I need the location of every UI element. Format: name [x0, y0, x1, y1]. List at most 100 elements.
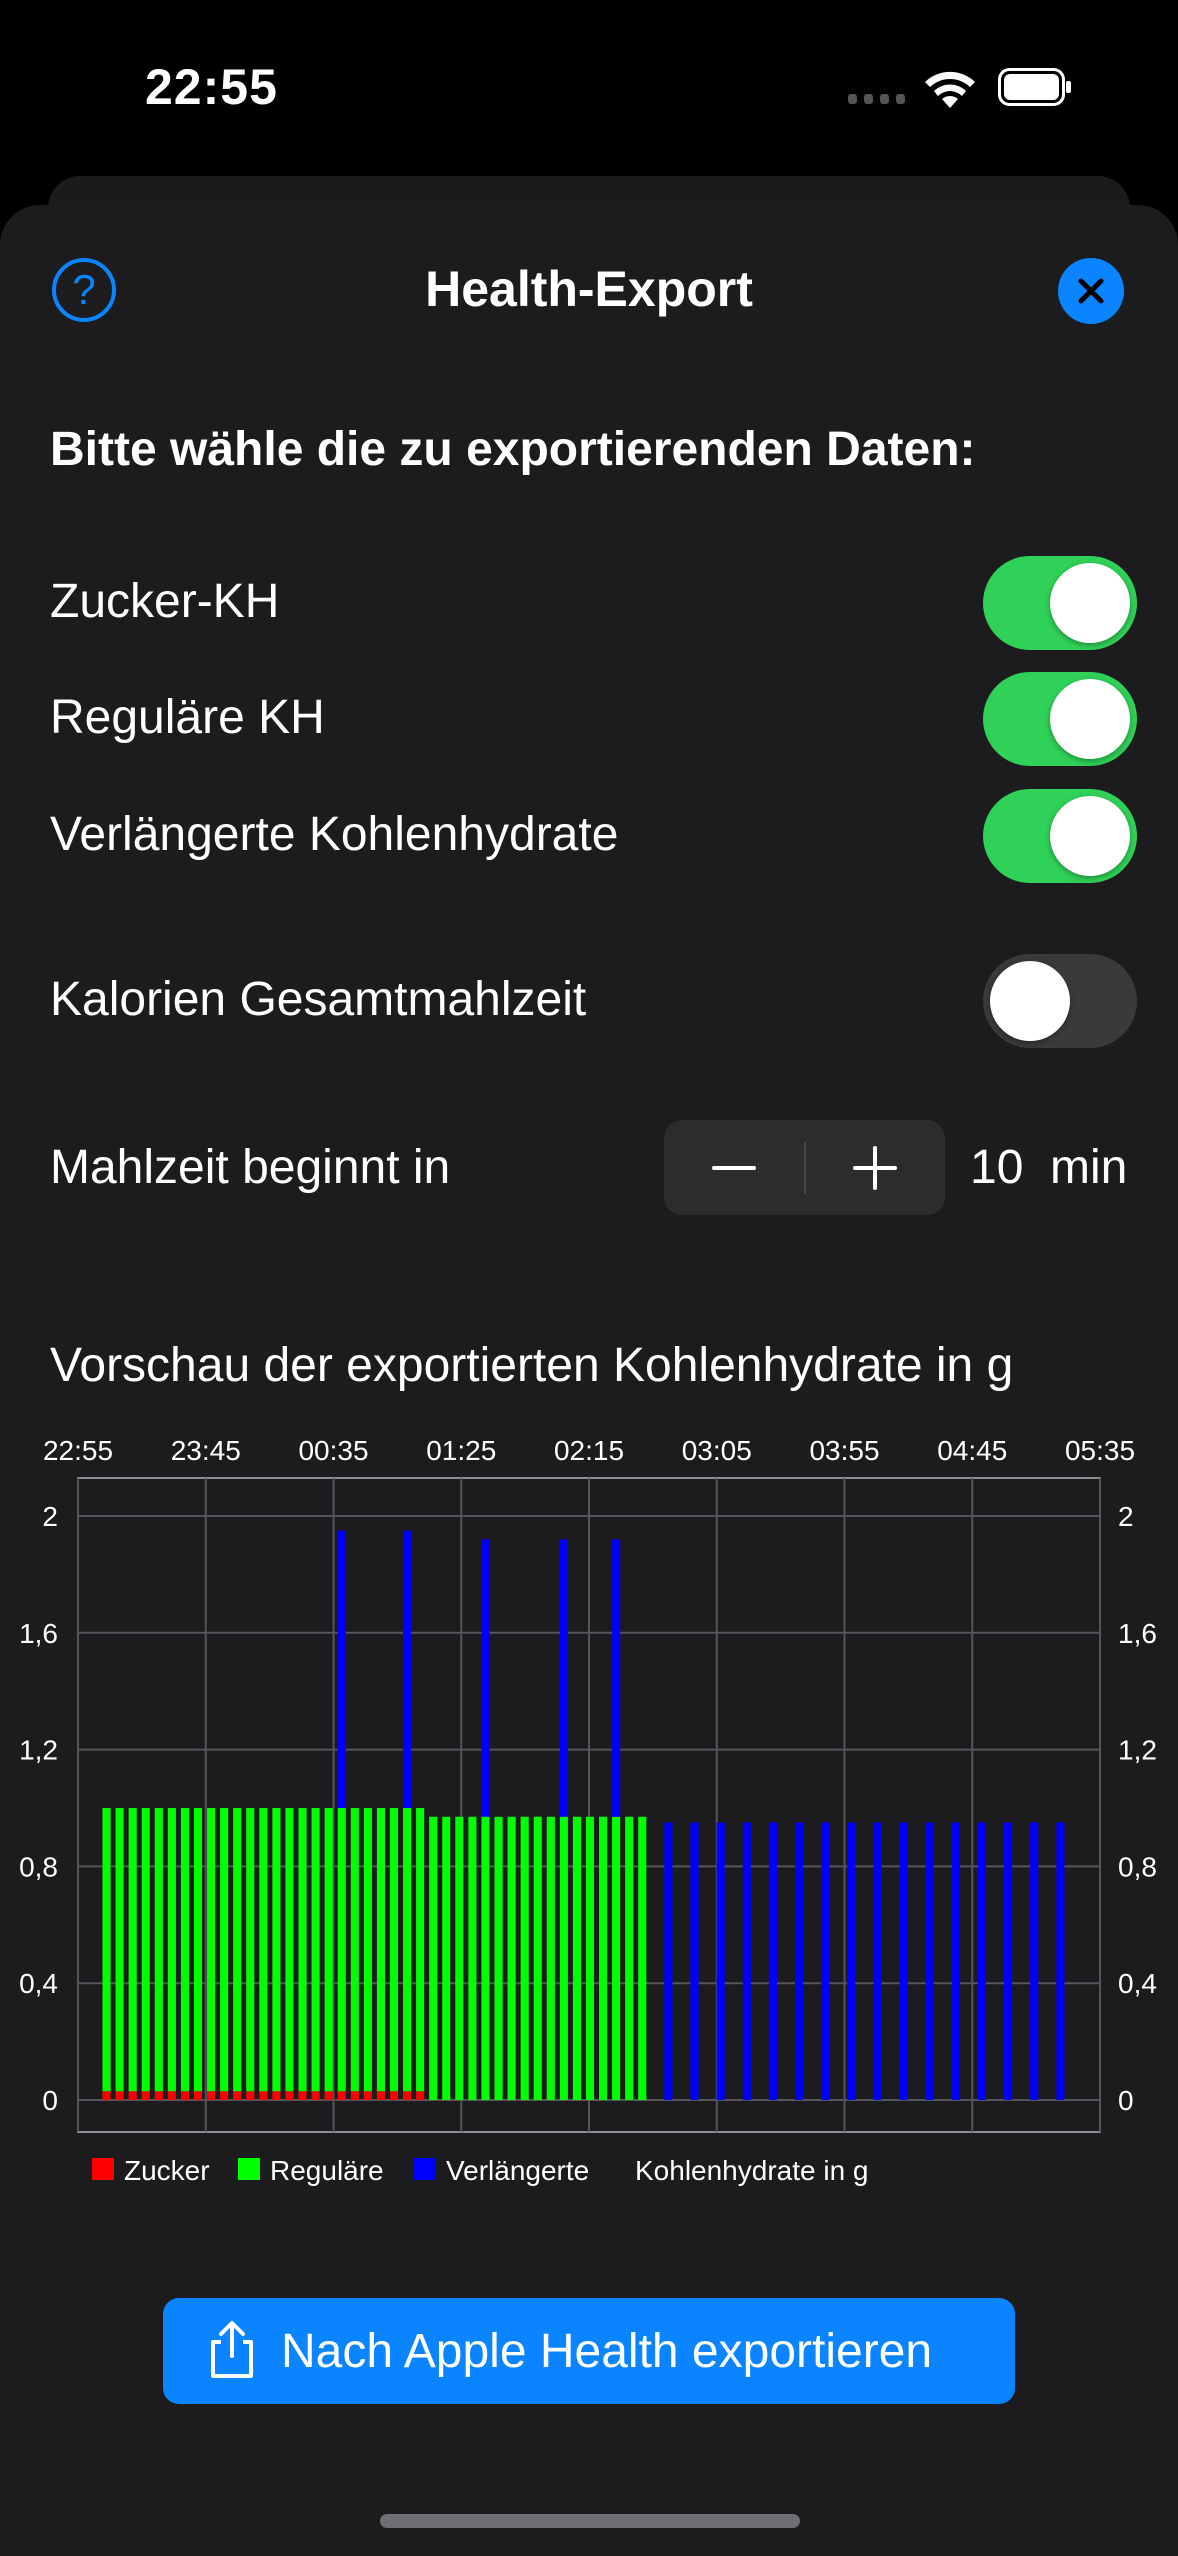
export-button-label: Nach Apple Health exportieren — [281, 2325, 933, 2378]
bar-zucker — [154, 2091, 163, 2100]
bar-reguläre — [207, 1808, 216, 2092]
x-tick-label: 00:35 — [298, 1435, 368, 1466]
increment-button[interactable] — [805, 1120, 945, 1215]
x-tick-label: 05:35 — [1065, 1435, 1135, 1466]
bar-verlängerte — [821, 1822, 830, 2100]
bar-zucker — [115, 2091, 124, 2100]
legend-label: Reguläre — [270, 2155, 384, 2186]
x-tick-label: 23:45 — [171, 1435, 241, 1466]
bar-reguläre — [311, 1808, 320, 2092]
bar-zucker — [220, 2091, 229, 2100]
x-tick-label: 03:55 — [809, 1435, 879, 1466]
x-tick-label: 01:25 — [426, 1435, 496, 1466]
home-indicator — [380, 2514, 800, 2528]
bar-reguläre — [350, 1808, 359, 2092]
bar-zucker — [311, 2091, 320, 2100]
bar-reguläre — [220, 1808, 229, 2092]
bar-reguläre — [638, 1816, 647, 2100]
legend-label: Zucker — [124, 2155, 210, 2186]
bar-reguläre — [599, 1816, 608, 2100]
bar-reguläre — [429, 1816, 438, 2100]
bar-verlängerte — [873, 1822, 882, 2100]
status-time: 22:55 — [145, 59, 278, 115]
y-tick-label-left: 0,4 — [19, 1968, 58, 1999]
bar-reguläre — [376, 1808, 385, 2092]
plus-icon — [853, 1146, 897, 1190]
x-tick-label: 03:05 — [682, 1435, 752, 1466]
bar-verlängerte — [977, 1822, 987, 2100]
bar-reguläre — [180, 1808, 189, 2092]
status-bar: 22:55 — [0, 0, 1178, 170]
bar-reguläre — [141, 1808, 150, 2092]
x-tick-label: 04:45 — [937, 1435, 1007, 1466]
carbs-preview-chart: 22:55 23:45 00:35 01:25 02:15 03:05 03:55 04:45… — [19, 1435, 1157, 2186]
y-tick-label-left: 1,6 — [19, 1618, 58, 1649]
bar-verlängerte — [403, 1530, 412, 1808]
xmark-icon — [1078, 278, 1104, 304]
bar-reguläre — [167, 1808, 176, 2092]
bar-verlängerte — [899, 1822, 908, 2100]
bar-reguläre — [115, 1808, 124, 2092]
bar-verlängerte — [612, 1539, 621, 1817]
y-tick-label-right: 1,6 — [1118, 1618, 1157, 1649]
bar-reguläre — [233, 1808, 242, 2092]
cellular-signal-icon — [848, 94, 906, 106]
toggle-sugar-carbs[interactable] — [983, 556, 1137, 650]
bar-zucker — [246, 2091, 255, 2100]
toggle-regular-carbs[interactable] — [983, 672, 1137, 766]
minus-icon — [712, 1166, 756, 1170]
decrement-button[interactable] — [664, 1120, 804, 1215]
bar-reguläre — [442, 1816, 451, 2100]
bar-reguläre — [481, 1816, 490, 2100]
legend-label: Kohlenhydrate in g — [635, 2155, 869, 2186]
bar-zucker — [128, 2091, 137, 2100]
export-button[interactable]: Nach Apple Health exportieren — [163, 2298, 1015, 2404]
bar-reguläre — [285, 1808, 294, 2092]
bar-zucker — [298, 2091, 307, 2100]
bar-reguläre — [272, 1808, 281, 2092]
bar-zucker — [207, 2091, 216, 2100]
sheet-title: Health-Export — [425, 261, 753, 317]
bar-verlängerte — [742, 1822, 751, 2100]
legend-label: Verlängerte — [446, 2155, 589, 2186]
battery-icon — [998, 68, 1071, 106]
bar-zucker — [376, 2091, 385, 2100]
bar-reguläre — [324, 1808, 333, 2092]
bar-reguläre — [494, 1816, 503, 2100]
bar-verlängerte — [1030, 1822, 1039, 2100]
y-tick-label-right: 0,8 — [1118, 1851, 1157, 1882]
bar-verlängerte — [664, 1822, 673, 2100]
meal-start-label: Mahlzeit beginnt in — [50, 1141, 451, 1194]
bar-verlängerte — [951, 1822, 960, 2100]
bar-verlängerte — [337, 1530, 346, 1808]
bar-verlängerte — [559, 1539, 568, 1817]
bar-zucker — [350, 2091, 359, 2100]
toggle-label-calories: Kalorien Gesamtmahlzeit — [50, 973, 587, 1026]
close-button[interactable] — [1058, 258, 1124, 324]
bar-reguläre — [259, 1808, 268, 2092]
bar-zucker — [233, 2091, 242, 2100]
bar-reguläre — [416, 1808, 425, 2092]
bar-zucker — [259, 2091, 268, 2100]
preview-title: Vorschau der exportierten Kohlenhydrate … — [50, 1339, 1014, 1392]
bar-zucker — [141, 2091, 150, 2100]
bar-zucker — [167, 2091, 176, 2100]
bar-reguläre — [389, 1808, 399, 2092]
toggle-extended-carbs[interactable] — [983, 789, 1137, 883]
share-icon — [211, 2321, 253, 2378]
meal-start-stepper — [664, 1120, 945, 1215]
y-tick-label-right: 2 — [1118, 1501, 1134, 1532]
meal-start-value: 10 — [970, 1141, 1024, 1194]
bar-zucker — [193, 2091, 203, 2100]
bar-verlängerte — [481, 1539, 490, 1817]
legend-swatch — [92, 2158, 114, 2180]
bar-zucker — [363, 2091, 372, 2100]
toggle-calories[interactable] — [983, 954, 1137, 1048]
x-tick-label: 02:15 — [554, 1435, 624, 1466]
bar-reguläre — [298, 1808, 307, 2092]
section-title: Bitte wähle die zu exportierenden Daten: — [50, 423, 976, 476]
bar-reguläre — [520, 1816, 529, 2100]
bar-reguläre — [507, 1816, 516, 2100]
bar-verlängerte — [795, 1822, 804, 2100]
bar-reguläre — [337, 1808, 346, 2092]
